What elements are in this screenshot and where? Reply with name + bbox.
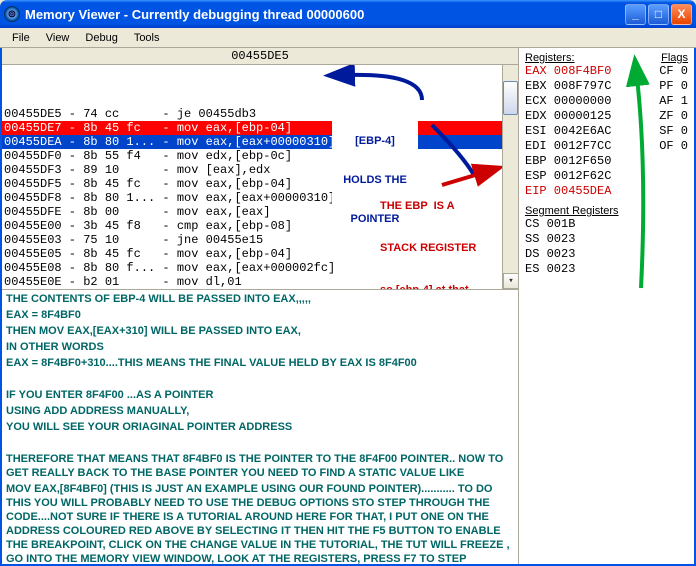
address-header: 00455DE5 — [2, 48, 518, 65]
notes-line: USING ADD ADDRESS MANUALLY, — [6, 404, 514, 418]
disasm-scrollbar[interactable]: ▴ ▾ — [502, 65, 518, 289]
disasm-row[interactable]: 00455DEA - 8b 80 1... - mov eax,[eax+000… — [2, 135, 502, 149]
left-panel: 00455DE5 00455DE5 - 74 cc - je 00455db30… — [2, 48, 519, 564]
disasm-row[interactable]: 00455DE7 - 8b 45 fc - mov eax,[ebp-04] — [2, 121, 502, 135]
register-row: ESI 0042E6ACSF 0 — [525, 124, 688, 139]
disassembly-listing[interactable]: 00455DE5 - 74 cc - je 00455db300455DE7 -… — [2, 65, 518, 289]
app-icon: ⊚ — [4, 6, 20, 22]
registers-label: Registers: — [525, 52, 575, 64]
segment-row: DS 0023 — [525, 247, 688, 262]
notes-line — [6, 436, 514, 450]
segments-label: Segment Registers — [525, 205, 688, 217]
register-row: EDX 00000125ZF 0 — [525, 109, 688, 124]
content-area: 00455DE5 00455DE5 - 74 cc - je 00455db30… — [0, 48, 696, 566]
menu-tools[interactable]: Tools — [126, 30, 168, 46]
register-row: ESP 0012F62C — [525, 169, 688, 184]
notes-panel[interactable]: THE CONTENTS OF EBP-4 WILL BE PASSED INT… — [2, 289, 518, 564]
notes-line: MOV EAX,[8F4BF0] (THIS IS JUST AN EXAMPL… — [6, 482, 514, 564]
segment-row: SS 0023 — [525, 232, 688, 247]
ebp-line1: [EBP-4] — [335, 135, 415, 148]
blue-arrow-icon — [347, 75, 422, 100]
register-row: EAX 008F4BF0CF 0 — [525, 64, 688, 79]
registers-panel: Registers: Flags EAX 008F4BF0CF 0EBX 008… — [519, 48, 694, 564]
register-row: ECX 00000000AF 1 — [525, 94, 688, 109]
scroll-thumb[interactable] — [503, 81, 518, 115]
menu-view[interactable]: View — [38, 30, 78, 46]
minimize-button[interactable]: _ — [625, 4, 646, 25]
menu-file[interactable]: File — [4, 30, 38, 46]
register-list: EAX 008F4BF0CF 0EBX 008F797CPF 0ECX 0000… — [525, 64, 688, 199]
register-row: EIP 00455DEA — [525, 184, 688, 199]
register-row: EBX 008F797CPF 0 — [525, 79, 688, 94]
notes-line: THEN MOV EAX,[EAX+310] WILL BE PASSED IN… — [6, 324, 514, 338]
segment-row: CS 001B — [525, 217, 688, 232]
menu-debug[interactable]: Debug — [77, 30, 125, 46]
flags-label: Flags — [661, 52, 688, 64]
register-row: EBP 0012F650 — [525, 154, 688, 169]
close-button[interactable]: X — [671, 4, 692, 25]
notes-line: EAX = 8F4BF0 — [6, 308, 514, 322]
notes-line: IF YOU ENTER 8F4F00 ...AS A POINTER — [6, 388, 514, 402]
register-row: EDI 0012F7CCOF 0 — [525, 139, 688, 154]
reg-header: Registers: Flags — [525, 52, 688, 64]
notes-line: YOU WILL SEE YOUR ORIAGINAL POINTER ADDR… — [6, 420, 514, 434]
segment-list: CS 001BSS 0023DS 0023ES 0023 — [525, 217, 688, 277]
disasm-row[interactable]: 00455DF0 - 8b 55 f4 - mov edx,[ebp-0c] — [2, 149, 502, 163]
scroll-down-arrow[interactable]: ▾ — [503, 273, 518, 289]
window-title: Memory Viewer - Currently debugging thre… — [25, 7, 623, 22]
notes-line: IN OTHER WORDS — [6, 340, 514, 354]
menubar: File View Debug Tools — [0, 28, 696, 48]
titlebar: ⊚ Memory Viewer - Currently debugging th… — [0, 0, 696, 28]
notes-line: EAX = 8F4BF0+310....THIS MEANS THE FINAL… — [6, 356, 514, 370]
notes-line — [6, 372, 514, 386]
disasm-row[interactable]: 00455DE5 - 74 cc - je 00455db3 — [2, 107, 502, 121]
segment-row: ES 0023 — [525, 262, 688, 277]
maximize-button[interactable]: □ — [648, 4, 669, 25]
notes-line: THE CONTENTS OF EBP-4 WILL BE PASSED INT… — [6, 292, 514, 306]
red-annotation: THE EBP IS A STACK REGISTER so [ebp-4] a… — [380, 171, 500, 289]
notes-line: THEREFORE THAT MEANS THAT 8F4BF0 IS THE … — [6, 452, 514, 480]
